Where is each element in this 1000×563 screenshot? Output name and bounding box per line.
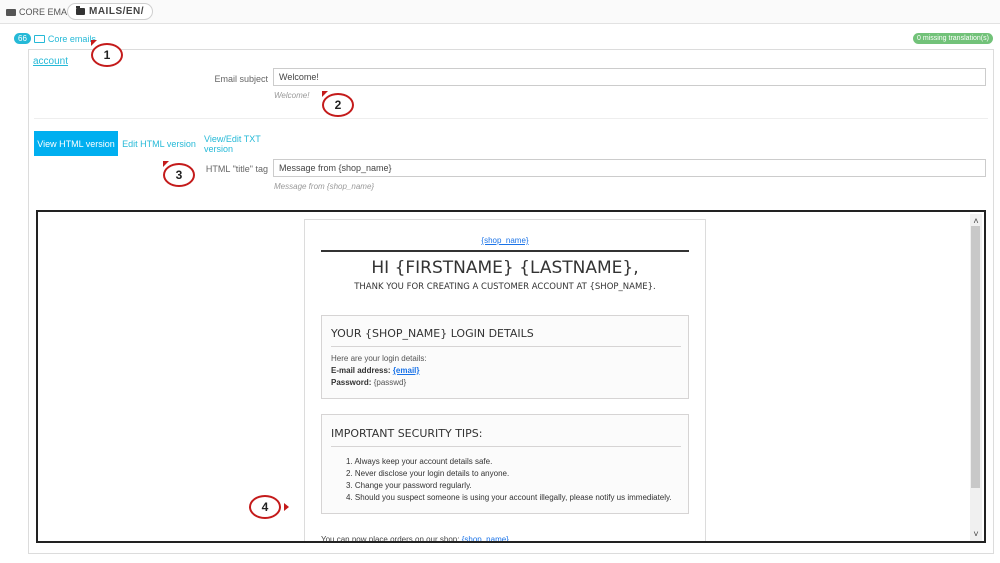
list-item: 4. Should you suspect someone is using y… [346,493,672,502]
breadcrumb-mails-folder[interactable]: MAILS/EN/ [67,3,154,20]
tab-view-edit-txt[interactable]: View/Edit TXT version [204,131,290,156]
security-tips-title: IMPORTANT SECURITY TIPS: [331,427,483,440]
security-tips-box: IMPORTANT SECURITY TIPS: 1. Always keep … [321,414,689,514]
footer-shop-link[interactable]: {shop_name} [462,535,509,541]
email-subject-hint: Welcome! [274,91,310,100]
top-breadcrumb-bar: CORE EMAILS MAILS/EN/ [0,0,1000,24]
scroll-down-arrow-icon[interactable]: ˅ [970,529,982,539]
core-emails-link[interactable]: Core emails [48,34,96,44]
list-item: 1. Always keep your account details safe… [346,457,493,466]
folder-icon [76,6,85,15]
login-intro: Here are your login details: [331,354,427,363]
core-emails-count-badge: 66 [14,33,31,44]
envelope-icon [6,8,16,16]
password-label: Password: [331,378,372,387]
envelope-outline-icon [33,34,45,43]
missing-translations-badge: 0 missing translation(s) [913,33,993,44]
password-value: {passwd} [373,378,407,387]
tab-edit-html[interactable]: Edit HTML version [122,131,196,156]
core-emails-toggle[interactable]: 66 Core emails [14,33,96,44]
callout-2-pointer-icon [322,91,328,97]
scrollbar-thumb[interactable] [971,226,980,488]
email-label: E-mail address: [331,366,391,375]
login-password-row: Password: {passwd} [331,378,406,387]
callout-3-pointer-icon [163,161,169,167]
preview-shop-link[interactable]: {shop_name} [305,236,705,245]
email-value-link[interactable]: {email} [393,366,420,375]
email-preview-card: {shop_name} HI {FIRSTNAME} {LASTNAME}, T… [304,219,706,543]
callout-4-pointer-icon [284,503,289,511]
footer-text: You can now place orders on our shop: [321,535,460,543]
email-subject-label: Email subject [214,74,268,84]
preview-header-rule [321,250,689,252]
preview-footer-line: You can now place orders on our shop: {s… [321,535,509,543]
preview-greeting: HI {FIRSTNAME} {LASTNAME}, [371,258,639,278]
list-item: 3. Change your password regularly. [346,481,472,490]
callout-4: 4 [249,495,281,519]
preview-scrollbar[interactable]: ˄ ˅ [970,214,982,541]
security-tips-list: 1. Always keep your account details safe… [346,457,672,505]
tab-view-html[interactable]: View HTML version [34,131,118,156]
security-tips-separator [331,446,681,447]
login-details-separator [331,346,681,347]
breadcrumb-folder-label: MAILS/EN/ [89,6,145,17]
preview-thanks: THANK YOU FOR CREATING A CUSTOMER ACCOUN… [354,282,656,292]
login-email-row: E-mail address: {email} [331,366,420,375]
html-preview-frame[interactable]: {shop_name} HI {FIRSTNAME} {LASTNAME}, T… [36,210,986,543]
template-name-link[interactable]: account [33,56,68,67]
login-details-title: YOUR {SHOP_NAME} LOGIN DETAILS [331,327,534,340]
html-title-tag-input[interactable]: Message from {shop_name} [273,159,986,177]
list-item: 2. Never disclose your login details to … [346,469,510,478]
html-title-tag-hint: Message from {shop_name} [274,182,375,191]
scroll-up-arrow-icon[interactable]: ˄ [970,216,982,226]
section-divider [34,118,988,119]
callout-1-pointer-icon [91,40,97,46]
callout-1: 1 [91,43,123,67]
email-subject-input[interactable]: Welcome! [273,68,986,86]
login-details-box: YOUR {SHOP_NAME} LOGIN DETAILS Here are … [321,315,689,399]
